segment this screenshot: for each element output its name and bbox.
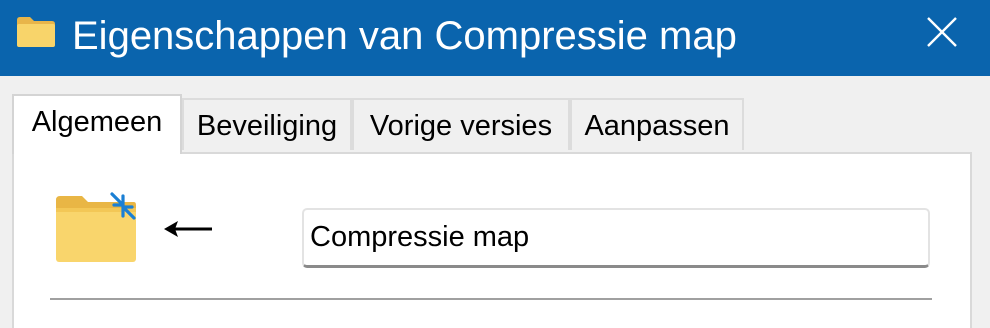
window-title: Eigenschappen van Compressie map [72, 14, 737, 58]
tab-aanpassen[interactable]: Aanpassen [570, 98, 744, 150]
tab-algemeen[interactable]: Algemeen [12, 94, 182, 154]
properties-dialog: Eigenschappen van Compressie map Algemee… [0, 0, 990, 328]
title-bar[interactable]: Eigenschappen van Compressie map [0, 0, 990, 76]
folder-icon [17, 17, 55, 47]
close-icon [927, 17, 957, 47]
tab-vorige-versies[interactable]: Vorige versies [352, 98, 570, 150]
left-arrow-icon [164, 221, 212, 237]
compressed-folder-icon [56, 192, 136, 262]
close-button[interactable] [894, 0, 990, 64]
tab-beveiliging[interactable]: Beveiliging [182, 98, 352, 150]
folder-name-input[interactable] [302, 208, 930, 268]
divider [50, 298, 932, 300]
